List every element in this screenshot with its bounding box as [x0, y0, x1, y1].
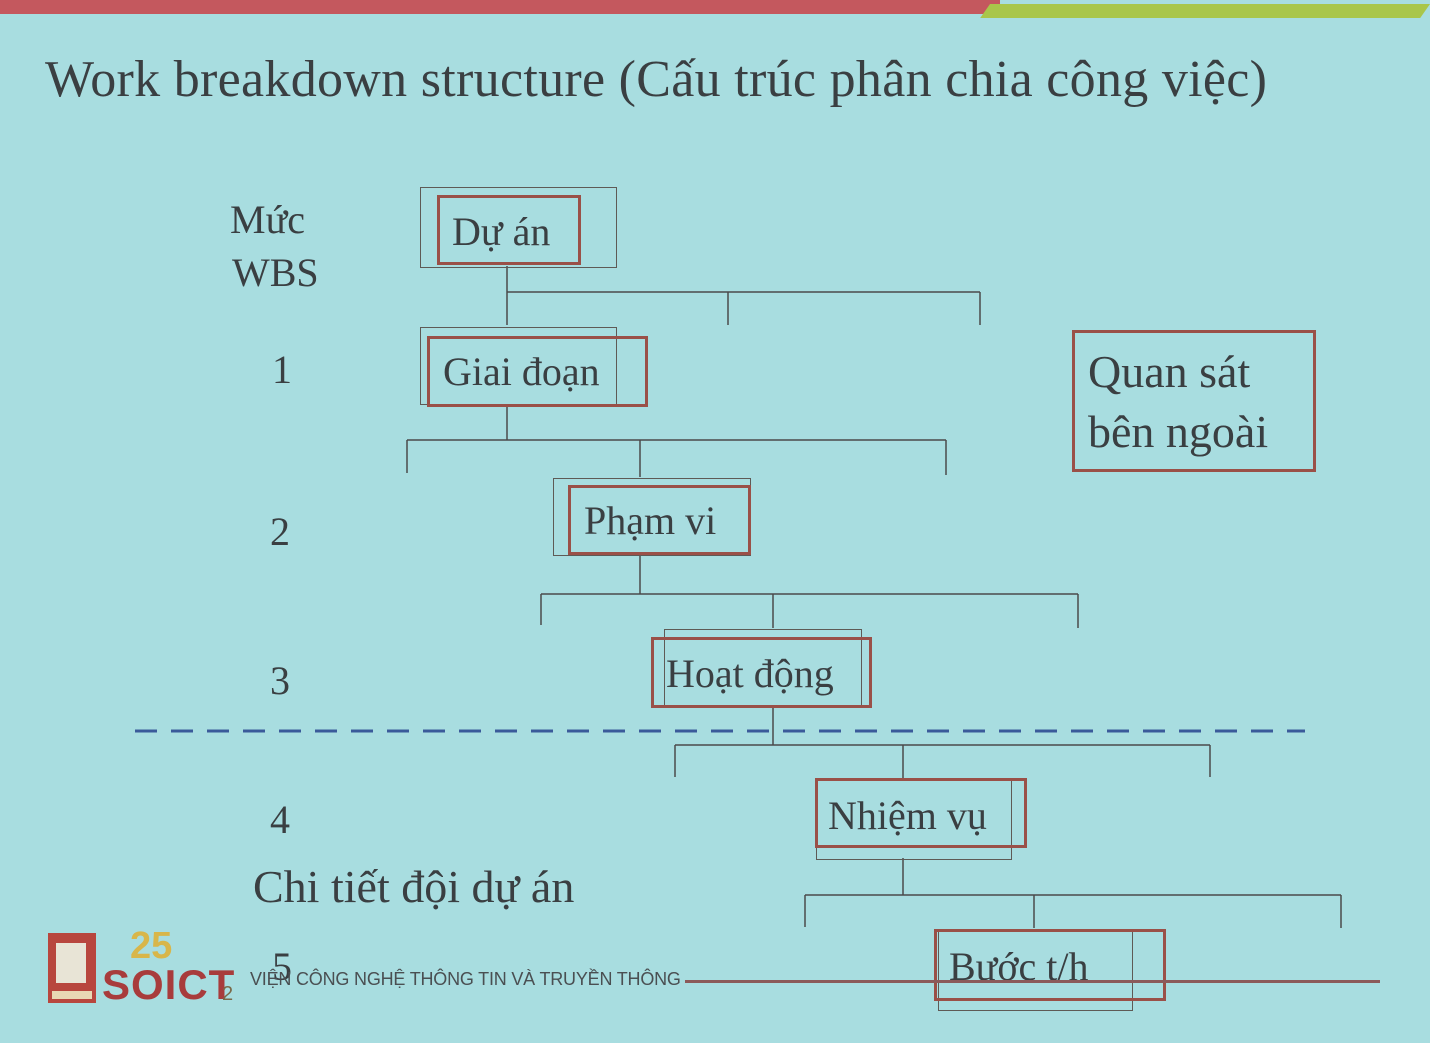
project-node-label: Dự án	[452, 209, 551, 254]
phase-node-label: Giai đoạn	[443, 349, 600, 394]
task-node-label: Nhiệm vụ	[828, 793, 987, 838]
soict-logo: SOICT	[102, 961, 236, 1008]
external-view-line2: bên ngoài	[1088, 406, 1269, 457]
external-view-line1: Quan sát	[1088, 346, 1251, 397]
activity-node-label: Hoạt động	[666, 651, 834, 696]
team-detail-label: Chi tiết đội dự án	[253, 861, 575, 912]
footer-rule	[685, 980, 1380, 983]
scope-node-label: Phạm vi	[584, 498, 717, 543]
university-emblem-icon	[48, 933, 96, 1003]
footer-date-fragment: 2	[222, 983, 234, 1005]
footer-institute-name: VIỆN CÔNG NGHỆ THÔNG TIN VÀ TRUYỀN THÔNG	[250, 969, 681, 989]
